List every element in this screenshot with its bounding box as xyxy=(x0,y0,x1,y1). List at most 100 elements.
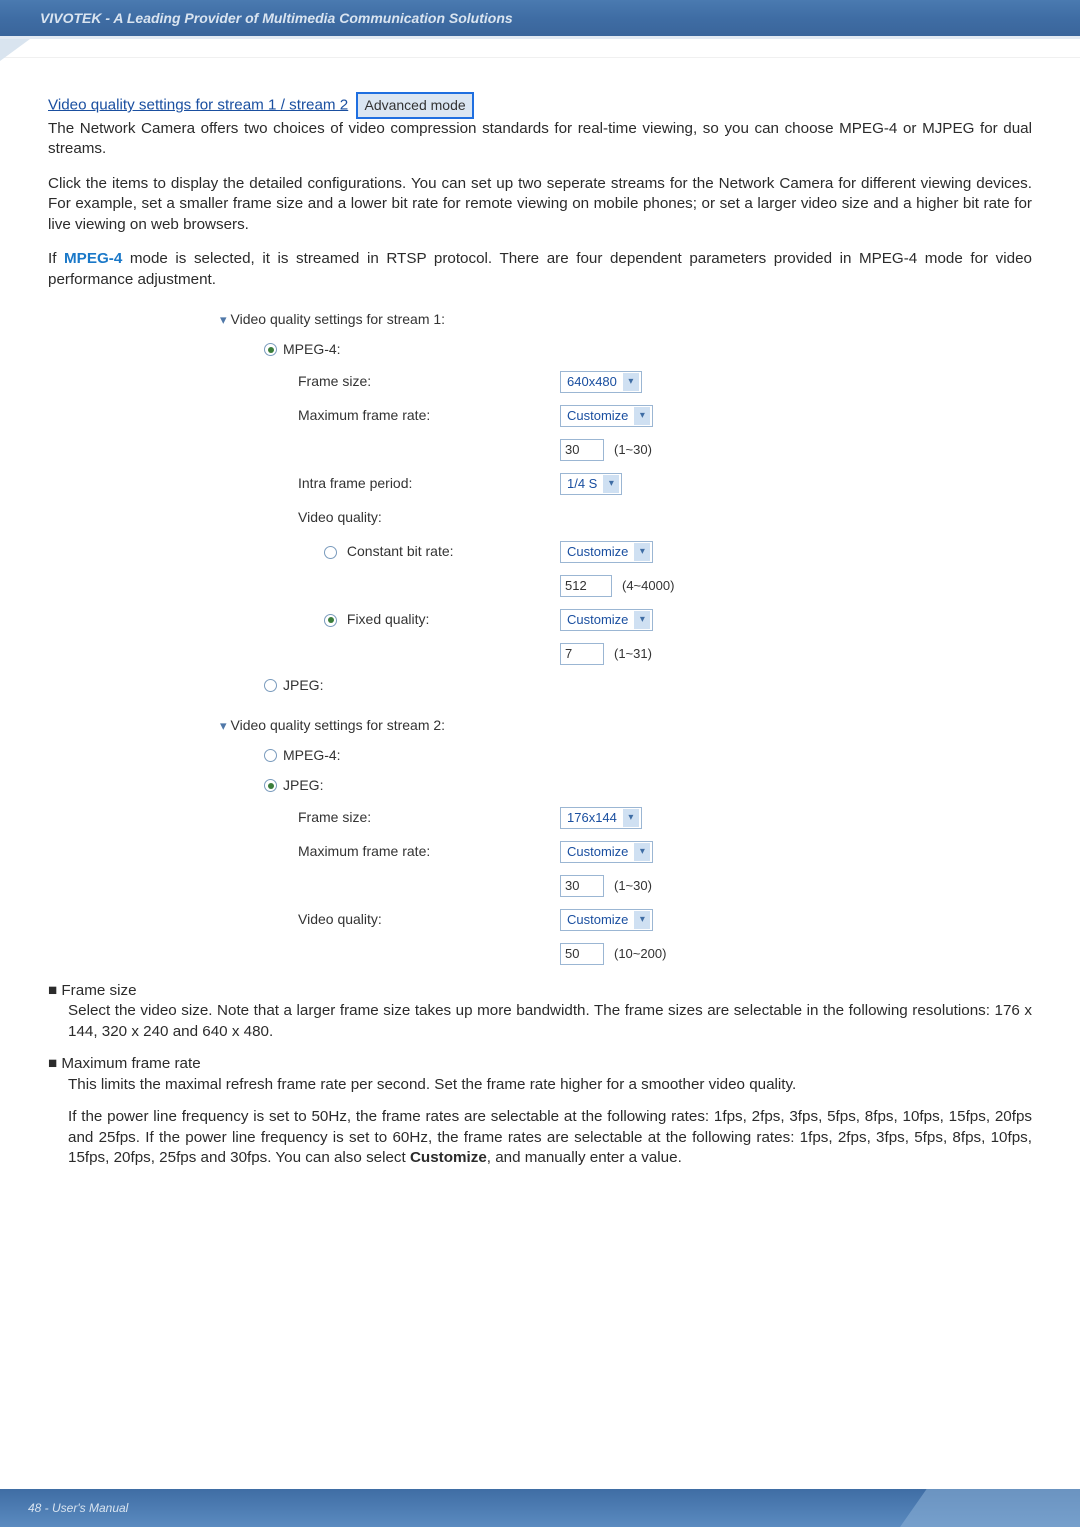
stream1-cbr-custom-row: (4~4000) xyxy=(220,569,860,603)
stream1-framesize-label: Frame size: xyxy=(298,373,371,389)
stream2-framesize-value: 176x144 xyxy=(567,809,617,827)
section-title-row: Video quality settings for stream 1 / st… xyxy=(48,92,1032,119)
stream1-maxfr-hint: (1~30) xyxy=(614,441,652,459)
stream2-maxfr-value: Customize xyxy=(567,843,628,861)
radio-icon xyxy=(264,343,277,356)
stream1-cbr-value: Customize xyxy=(567,543,628,561)
stream1-intra-select[interactable]: 1/4 S ▾ xyxy=(560,473,622,495)
stream2-maxfr-row: Maximum frame rate: Customize ▾ xyxy=(220,835,860,869)
stream1-fq-input[interactable] xyxy=(560,643,604,665)
chevron-down-icon: ▾ xyxy=(623,809,639,827)
radio-icon xyxy=(264,779,277,792)
intro-p3: If MPEG-4 mode is selected, it is stream… xyxy=(48,249,1032,290)
stream2-mpeg4-row[interactable]: MPEG-4: xyxy=(220,741,860,771)
stream2-jpeg-row[interactable]: JPEG: xyxy=(220,771,860,801)
content-area: Video quality settings for stream 1 / st… xyxy=(0,58,1080,1191)
stream1-vq-label: Video quality: xyxy=(298,509,382,525)
header-tagline: VIVOTEK - A Leading Provider of Multimed… xyxy=(40,10,513,26)
stream2-maxfr-select[interactable]: Customize ▾ xyxy=(560,841,653,863)
stream2-title: Video quality settings for stream 2: xyxy=(231,716,446,735)
stream2-vq-hint: (10~200) xyxy=(614,945,666,963)
stream1-vq-row: Video quality: xyxy=(220,501,860,535)
stream1-fq-value: Customize xyxy=(567,611,628,629)
stream2-framesize-select[interactable]: 176x144 ▾ xyxy=(560,807,642,829)
bullet1-title: ■ Frame size xyxy=(48,981,1032,1002)
bullet2-title-text: Maximum frame rate xyxy=(61,1055,200,1072)
stream1-maxfr-value: Customize xyxy=(567,407,628,425)
stream1-mpeg4-row[interactable]: MPEG-4: xyxy=(220,335,860,365)
stream1-cbr-input[interactable] xyxy=(560,575,612,597)
chevron-down-icon: ▾ xyxy=(634,843,650,861)
radio-icon xyxy=(264,679,277,692)
stream1-fq-row: Fixed quality: Customize ▾ xyxy=(220,603,860,637)
footer-band: 48 - User's Manual xyxy=(0,1489,1080,1527)
chevron-down-icon: ▾ xyxy=(603,475,619,493)
stream2-mpeg4-label: MPEG-4: xyxy=(283,746,341,765)
stream1-cbr-select[interactable]: Customize ▾ xyxy=(560,541,653,563)
stream2-maxfr-label: Maximum frame rate: xyxy=(298,843,430,859)
stream1-framesize-value: 640x480 xyxy=(567,373,617,391)
stream1-intra-label: Intra frame period: xyxy=(298,475,412,491)
radio-icon xyxy=(264,749,277,762)
chevron-down-icon: ▾ xyxy=(634,611,650,629)
stream2-vq-custom-row: (10~200) xyxy=(220,937,860,971)
stream1-title: Video quality settings for stream 1: xyxy=(231,310,446,329)
stream2-vq-select[interactable]: Customize ▾ xyxy=(560,909,653,931)
footer-text: 48 - User's Manual xyxy=(28,1501,128,1515)
chevron-down-icon: ▾ xyxy=(220,717,227,735)
bullet2-body: This limits the maximal refresh frame ra… xyxy=(68,1075,1032,1096)
stream1-block: ▾ Video quality settings for stream 1: M… xyxy=(220,305,860,971)
stream2-jpeg-label: JPEG: xyxy=(283,776,323,795)
stream1-jpeg-row[interactable]: JPEG: xyxy=(220,671,860,701)
radio-icon[interactable] xyxy=(324,546,337,559)
chevron-down-icon: ▾ xyxy=(220,311,227,329)
stream1-fq-custom-row: (1~31) xyxy=(220,637,860,671)
stream1-cbr-label: Constant bit rate: xyxy=(347,543,454,559)
footer-decoration xyxy=(900,1489,1080,1527)
chevron-down-icon: ▾ xyxy=(634,543,650,561)
stream2-vq-value: Customize xyxy=(567,911,628,929)
stream2-vq-row: Video quality: Customize ▾ xyxy=(220,903,860,937)
intro-p1: The Network Camera offers two choices of… xyxy=(48,119,1032,160)
section-link[interactable]: Video quality settings for stream 1 / st… xyxy=(48,96,348,113)
header-band: VIVOTEK - A Leading Provider of Multimed… xyxy=(0,0,1080,36)
stream2-maxfr-hint: (1~30) xyxy=(614,877,652,895)
stream1-maxfr-row: Maximum frame rate: Customize ▾ xyxy=(220,399,860,433)
stream1-framesize-select[interactable]: 640x480 ▾ xyxy=(560,371,642,393)
stream1-fq-label: Fixed quality: xyxy=(347,611,429,627)
bullet3-body: If the power line frequency is set to 50… xyxy=(68,1107,1032,1169)
stream1-title-row[interactable]: ▾ Video quality settings for stream 1: xyxy=(220,305,860,335)
stream2-maxfr-custom-row: (1~30) xyxy=(220,869,860,903)
stream1-intra-value: 1/4 S xyxy=(567,475,597,493)
intro-p3-mpeg4: MPEG-4 xyxy=(64,250,122,267)
stream1-mpeg4-label: MPEG-4: xyxy=(283,340,341,359)
chevron-down-icon: ▾ xyxy=(634,407,650,425)
stream2-vq-label: Video quality: xyxy=(298,911,382,927)
radio-icon[interactable] xyxy=(324,614,337,627)
chevron-down-icon: ▾ xyxy=(623,373,639,391)
header-strip xyxy=(0,36,1080,58)
stream2-title-row[interactable]: ▾ Video quality settings for stream 2: xyxy=(220,711,860,741)
stream1-maxfr-custom-row: (1~30) xyxy=(220,433,860,467)
stream2-framesize-label: Frame size: xyxy=(298,809,371,825)
bullet1-title-text: Frame size xyxy=(61,982,136,999)
stream1-maxfr-input[interactable] xyxy=(560,439,604,461)
stream1-maxfr-select[interactable]: Customize ▾ xyxy=(560,405,653,427)
stream2-maxfr-input[interactable] xyxy=(560,875,604,897)
stream1-intra-row: Intra frame period: 1/4 S ▾ xyxy=(220,467,860,501)
bullet1-body: Select the video size. Note that a large… xyxy=(68,1001,1032,1042)
stream1-cbr-row: Constant bit rate: Customize ▾ xyxy=(220,535,860,569)
stream1-fq-select[interactable]: Customize ▾ xyxy=(560,609,653,631)
stream1-fq-hint: (1~31) xyxy=(614,645,652,663)
advanced-mode-badge: Advanced mode xyxy=(356,92,473,119)
bullet3-post: , and manually enter a value. xyxy=(487,1149,682,1166)
bullet2-title: ■ Maximum frame rate xyxy=(48,1054,1032,1075)
stream2-vq-input[interactable] xyxy=(560,943,604,965)
intro-p3-post: mode is selected, it is streamed in RTSP… xyxy=(48,250,1032,288)
stream1-maxfr-label: Maximum frame rate: xyxy=(298,407,430,423)
stream1-framesize-row: Frame size: 640x480 ▾ xyxy=(220,365,860,399)
chevron-down-icon: ▾ xyxy=(634,911,650,929)
bullet3-bold: Customize xyxy=(410,1149,487,1166)
intro-p2: Click the items to display the detailed … xyxy=(48,174,1032,236)
intro-p3-pre: If xyxy=(48,250,64,267)
